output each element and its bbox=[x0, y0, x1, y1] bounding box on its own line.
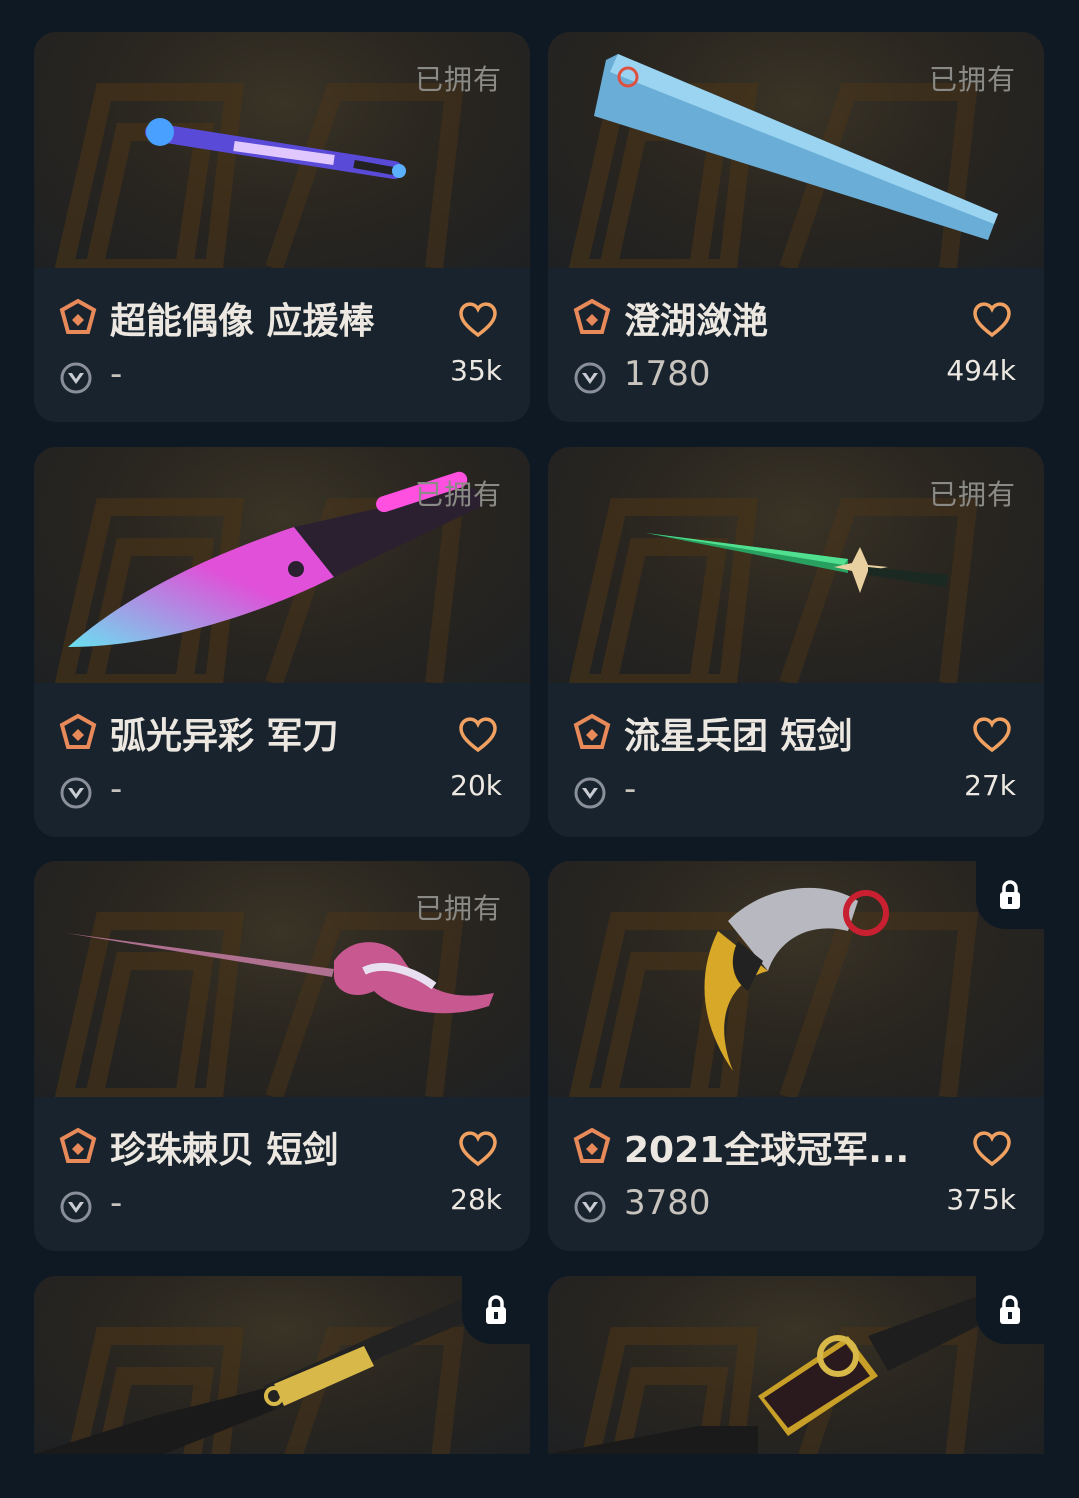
locked-badge bbox=[462, 1276, 530, 1344]
skin-name: 2021全球冠军... bbox=[624, 1130, 910, 1171]
skin-price: - bbox=[110, 769, 123, 809]
owned-label: 已拥有 bbox=[414, 63, 502, 96]
locked-badge bbox=[976, 861, 1044, 929]
skin-card[interactable]: 已拥有 弧光异彩 军刀 - 20k bbox=[34, 447, 530, 837]
heart-icon[interactable] bbox=[972, 717, 1012, 753]
skin-price: 3780 bbox=[624, 1183, 711, 1223]
skin-thumbnail bbox=[548, 861, 1044, 1097]
tier-icon bbox=[573, 298, 611, 334]
skin-price: - bbox=[624, 769, 637, 809]
tier-icon bbox=[573, 1127, 611, 1163]
lock-icon bbox=[486, 1295, 506, 1324]
skin-card[interactable]: 2021全球冠军... 3780 375k bbox=[548, 861, 1044, 1251]
skin-card[interactable]: 已拥有 超能偶像 应援棒 - 35k bbox=[34, 32, 530, 422]
skin-card[interactable] bbox=[34, 1276, 530, 1454]
heart-icon[interactable] bbox=[458, 302, 498, 338]
skin-grid: 已拥有 超能偶像 应援棒 - 35k 已拥有 澄湖潋滟 1780 494k 已拥… bbox=[0, 0, 1079, 1498]
skin-name: 弧光异彩 军刀 bbox=[110, 716, 339, 757]
tier-icon bbox=[573, 713, 611, 749]
like-count: 35k bbox=[450, 354, 502, 387]
owned-label: 已拥有 bbox=[928, 478, 1016, 511]
skin-card[interactable]: 已拥有 流星兵团 短剑 - 27k bbox=[548, 447, 1044, 837]
like-count: 28k bbox=[450, 1183, 502, 1216]
skin-card[interactable] bbox=[548, 1276, 1044, 1454]
tier-icon bbox=[59, 1127, 97, 1163]
owned-label: 已拥有 bbox=[928, 63, 1016, 96]
skin-thumbnail bbox=[34, 1276, 530, 1454]
skin-thumbnail bbox=[548, 1276, 1044, 1454]
valorant-points-icon bbox=[60, 777, 92, 809]
skin-thumbnail: 已拥有 bbox=[34, 32, 530, 268]
like-count: 375k bbox=[946, 1183, 1016, 1216]
skin-price: - bbox=[110, 354, 123, 394]
skin-name: 澄湖潋滟 bbox=[624, 301, 769, 342]
like-count: 20k bbox=[450, 769, 502, 802]
owned-label: 已拥有 bbox=[414, 892, 502, 925]
skin-name: 超能偶像 应援棒 bbox=[110, 301, 375, 342]
locked-badge bbox=[976, 1276, 1044, 1344]
valorant-points-icon bbox=[574, 1191, 606, 1223]
karambit-weapon-image bbox=[704, 887, 889, 1071]
skin-name: 珍珠棘贝 短剑 bbox=[110, 1130, 339, 1171]
heart-icon[interactable] bbox=[972, 1131, 1012, 1167]
skin-price: - bbox=[110, 1183, 123, 1223]
skin-price: 1780 bbox=[624, 354, 711, 394]
heart-icon[interactable] bbox=[458, 1131, 498, 1167]
valorant-points-icon bbox=[60, 1191, 92, 1223]
skin-card[interactable]: 已拥有 澄湖潋滟 1780 494k bbox=[548, 32, 1044, 422]
heart-icon[interactable] bbox=[972, 302, 1012, 338]
like-count: 27k bbox=[964, 769, 1016, 802]
skin-thumbnail: 已拥有 bbox=[34, 447, 530, 683]
valorant-points-icon bbox=[60, 362, 92, 394]
tier-icon bbox=[59, 298, 97, 334]
tier-icon bbox=[59, 713, 97, 749]
skin-name: 流星兵团 短剑 bbox=[624, 716, 853, 757]
valorant-points-icon bbox=[574, 362, 606, 394]
owned-label: 已拥有 bbox=[414, 478, 502, 511]
skin-thumbnail: 已拥有 bbox=[34, 861, 530, 1097]
skin-card[interactable]: 已拥有 珍珠棘贝 短剑 - 28k bbox=[34, 861, 530, 1251]
kunai-weapon-image bbox=[548, 1296, 1008, 1454]
skin-thumbnail: 已拥有 bbox=[548, 32, 1044, 268]
lock-icon bbox=[1000, 880, 1020, 909]
lock-icon bbox=[1000, 1295, 1020, 1324]
skin-thumbnail: 已拥有 bbox=[548, 447, 1044, 683]
valorant-points-icon bbox=[574, 777, 606, 809]
heart-icon[interactable] bbox=[458, 717, 498, 753]
like-count: 494k bbox=[946, 354, 1016, 387]
butterfly-knife-weapon-image bbox=[34, 1286, 504, 1454]
